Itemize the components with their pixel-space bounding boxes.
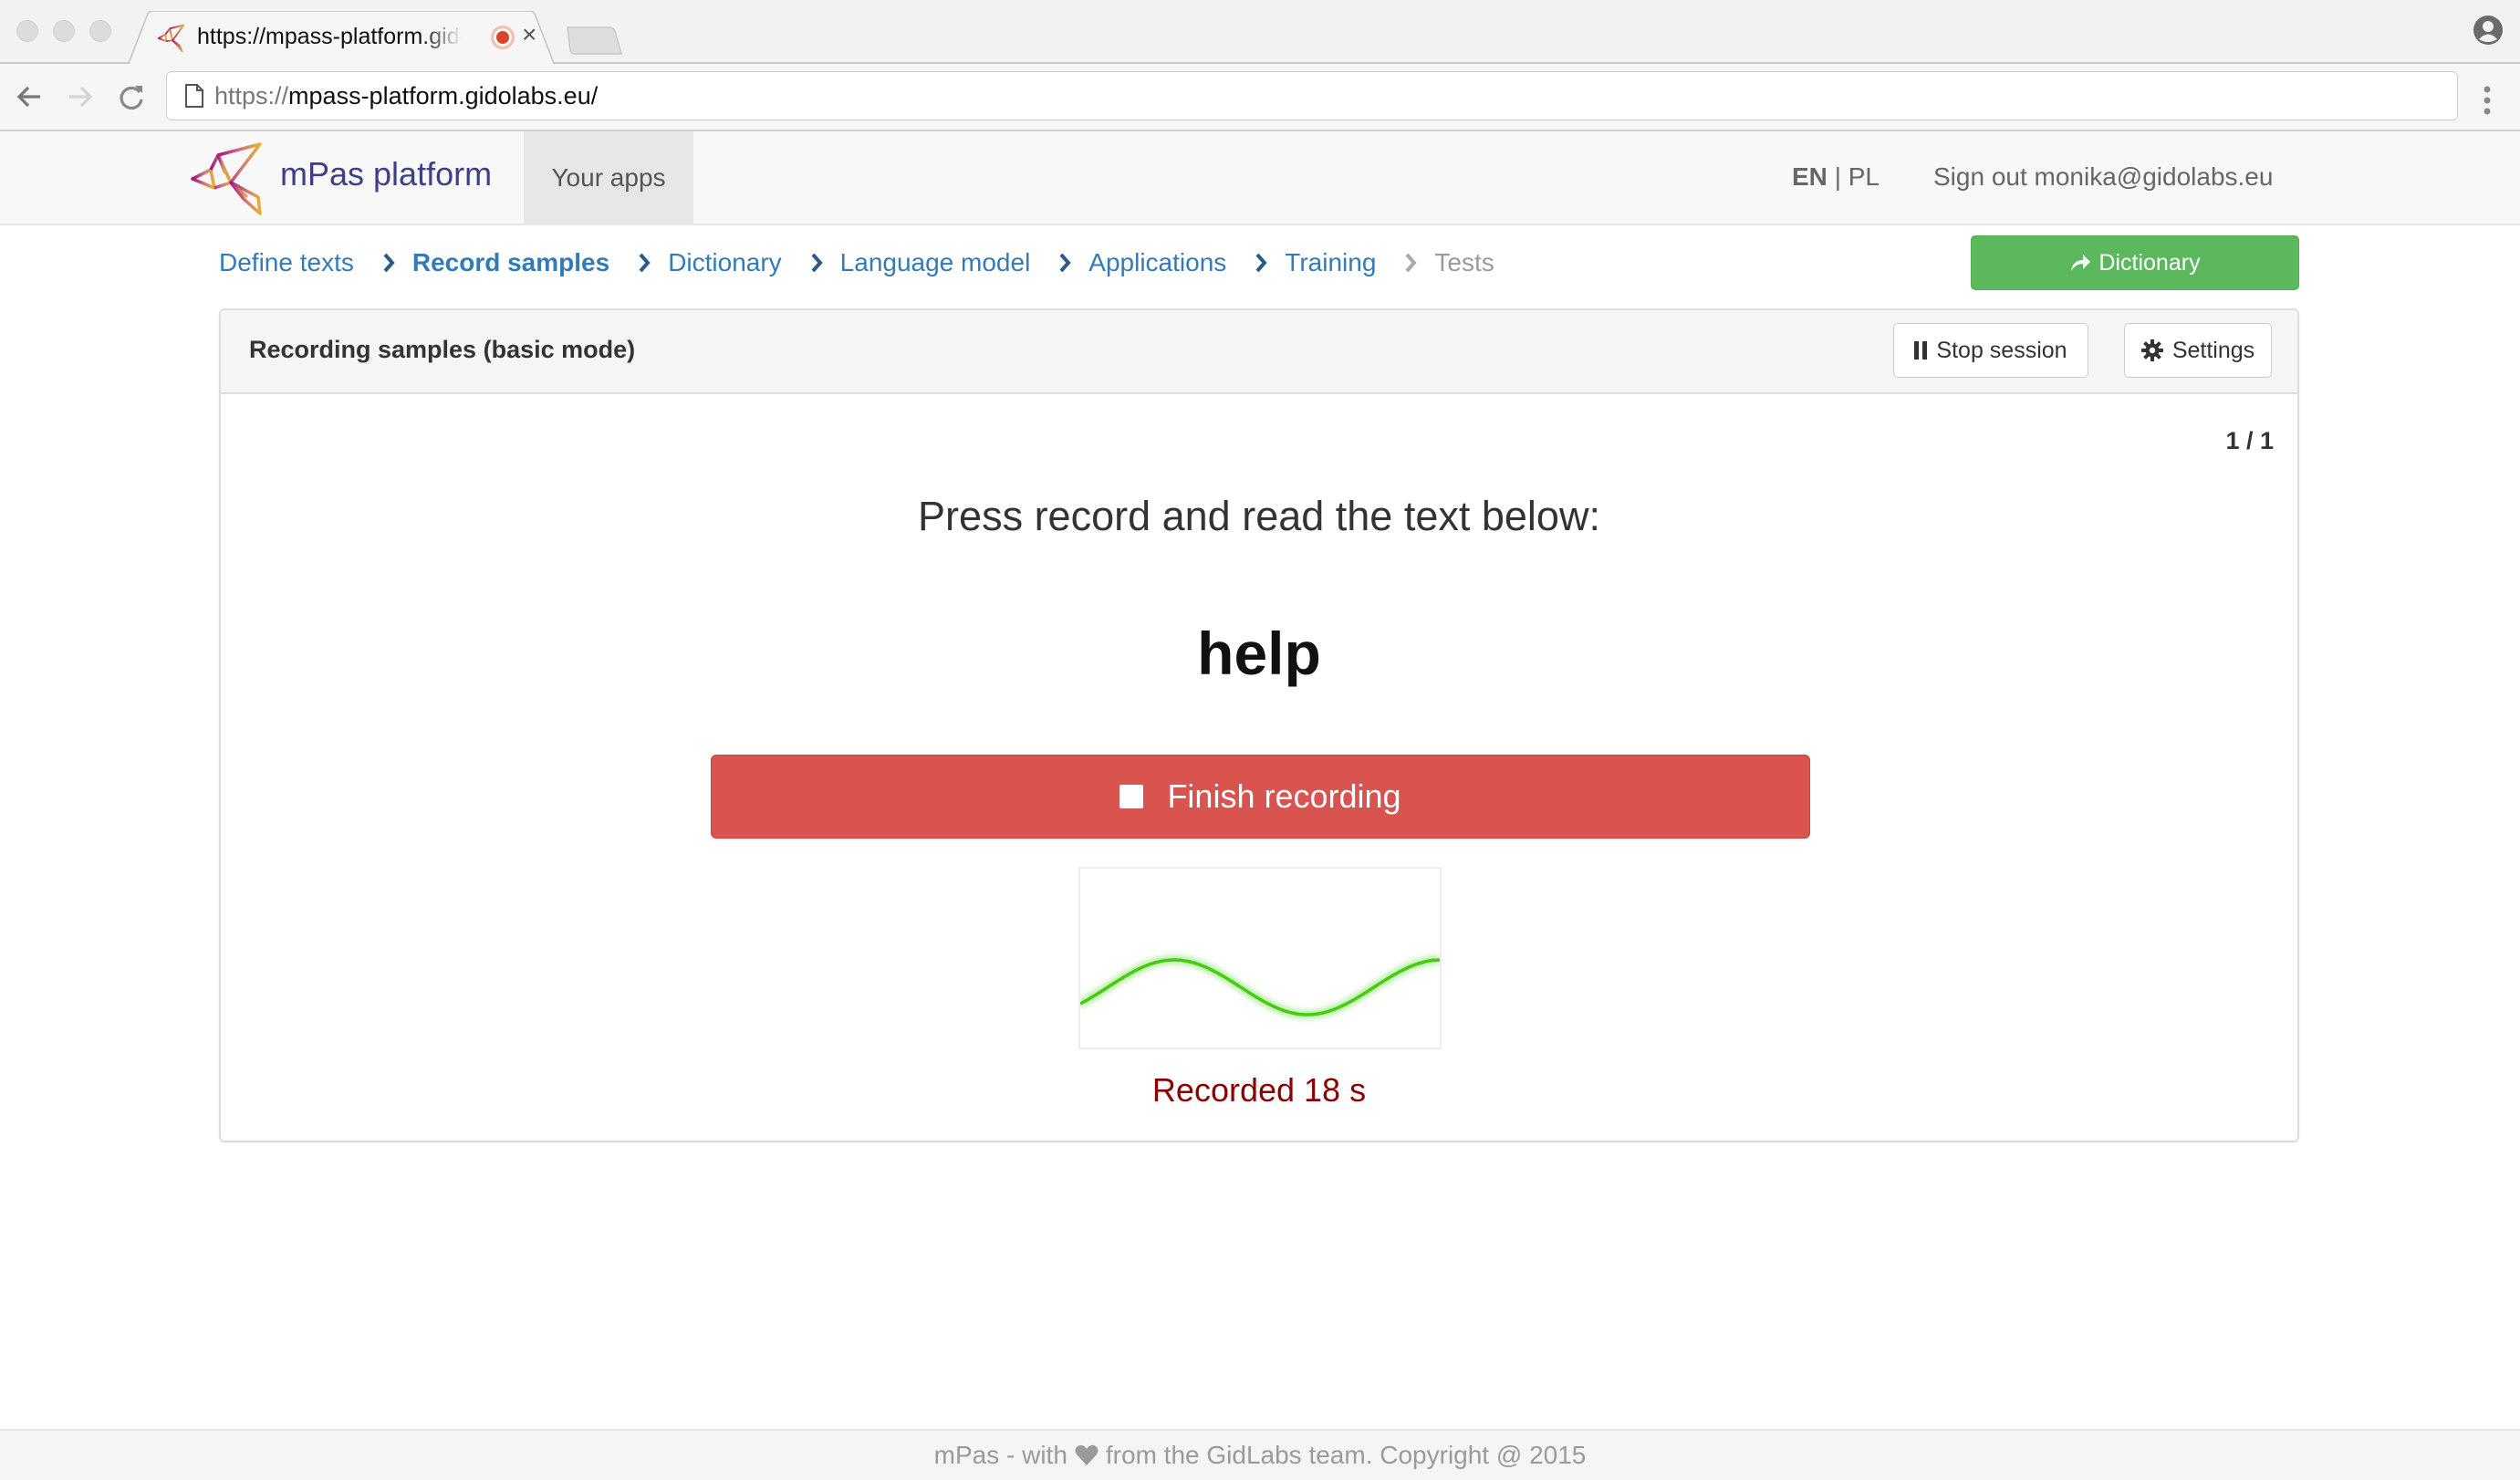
- panel-heading: Recording samples (basic mode) Stop sess…: [221, 310, 2297, 394]
- forward-arrow-icon: [69, 86, 93, 108]
- chevron-right-icon: [383, 253, 395, 273]
- recording-panel: Recording samples (basic mode) Stop sess…: [219, 308, 2299, 1142]
- recording-prompt: Press record and read the text below:: [918, 493, 1600, 539]
- recording-indicator-icon: [491, 26, 515, 49]
- footer-text-start: mPas - with: [933, 1441, 1067, 1469]
- waveform-canvas: [1078, 955, 1441, 1019]
- url-host: mpass-platform.gidolabs.eu/: [288, 82, 599, 109]
- window-minimize-dot[interactable]: [53, 20, 75, 42]
- reload-icon: [120, 86, 143, 110]
- stop-session-button[interactable]: Stop session: [1893, 323, 2088, 378]
- reload-button[interactable]: [113, 78, 150, 115]
- new-tab-button[interactable]: [566, 26, 622, 55]
- text-to-read: help: [1197, 620, 1321, 687]
- step-applications[interactable]: Applications: [1088, 248, 1226, 277]
- mpas-favicon-icon: [157, 24, 185, 53]
- back-arrow-icon: [16, 86, 40, 108]
- browser-tab[interactable]: https://mpass-platform.gidolabs.eu/ ×: [128, 11, 557, 66]
- share-arrow-icon: [2071, 255, 2091, 271]
- lang-separator: |: [1834, 162, 1841, 191]
- finish-recording-label: Finish recording: [1167, 777, 1401, 815]
- mpas-logo-icon[interactable]: [189, 141, 264, 217]
- settings-label: Settings: [2171, 337, 2255, 363]
- page-footer: mPas - with from the GidLabs team. Copyr…: [0, 1429, 2520, 1480]
- chevron-right-icon: [811, 253, 823, 273]
- url-text[interactable]: https://mpass-platform.gidolabs.eu/: [214, 82, 598, 110]
- browser-menu-icon[interactable]: [2480, 82, 2494, 119]
- nav-your-apps[interactable]: Your apps: [524, 131, 693, 224]
- address-bar[interactable]: https://mpass-platform.gidolabs.eu/: [166, 71, 2458, 120]
- waveform-glow: [1078, 955, 1441, 1019]
- footer-text-end: from the GidLabs team. Copyright @ 2015: [1105, 1441, 1587, 1469]
- browser-toolbar: https://mpass-platform.gidolabs.eu/: [0, 64, 2520, 131]
- url-scheme: https://: [214, 82, 289, 109]
- stop-square-icon: [1119, 785, 1144, 808]
- audio-waveform: [1078, 867, 1442, 1049]
- step-tests: Tests: [1434, 248, 1494, 276]
- gear-icon: [2140, 339, 2163, 361]
- recorded-duration-status: Recorded 18 s: [1151, 1071, 1367, 1109]
- sign-out-link[interactable]: Sign out monika@gidolabs.eu: [1933, 162, 2273, 192]
- window-zoom-dot[interactable]: [89, 20, 111, 42]
- settings-button[interactable]: Settings: [2124, 323, 2272, 378]
- language-switcher: EN | PL: [1792, 162, 1880, 192]
- profile-icon[interactable]: [2473, 15, 2504, 46]
- forward-button[interactable]: [62, 78, 99, 115]
- chevron-right-icon: [639, 253, 651, 273]
- back-button[interactable]: [11, 78, 47, 115]
- browser-tab-strip: https://mpass-platform.gidolabs.eu/ ×: [0, 0, 2520, 66]
- step-training[interactable]: Training: [1285, 248, 1376, 277]
- chevron-right-icon: [1405, 253, 1418, 273]
- next-step-dictionary-button[interactable]: Dictionary: [1971, 235, 2299, 290]
- stop-session-label: Stop session: [1936, 337, 2067, 363]
- chevron-right-icon: [1059, 253, 1071, 273]
- tab-title: https://mpass-platform.gidolabs.eu/: [197, 24, 462, 49]
- panel-title: Recording samples (basic mode): [249, 336, 636, 363]
- window-close-dot[interactable]: [16, 20, 38, 42]
- heart-icon: [1075, 1444, 1099, 1465]
- tab-close-icon[interactable]: ×: [522, 20, 536, 49]
- page-icon: [185, 84, 203, 108]
- chevron-right-icon: [1255, 253, 1267, 273]
- lang-en[interactable]: EN: [1792, 162, 1828, 191]
- lang-pl[interactable]: PL: [1848, 162, 1880, 191]
- brand-name[interactable]: mPas platform: [280, 155, 492, 193]
- wizard-breadcrumb: Define texts Record samples Dictionary L…: [219, 245, 1494, 281]
- app-navbar: mPas platform Your apps EN | PL Sign out…: [0, 131, 2520, 225]
- step-define-texts[interactable]: Define texts: [219, 248, 354, 277]
- finish-recording-button[interactable]: Finish recording: [711, 755, 1810, 839]
- step-dictionary[interactable]: Dictionary: [668, 248, 781, 277]
- sample-counter: 1 / 1: [2225, 427, 2274, 454]
- pause-icon: [1914, 341, 1928, 360]
- step-language-model[interactable]: Language model: [840, 248, 1031, 277]
- step-record-samples[interactable]: Record samples: [412, 248, 609, 277]
- next-step-label: Dictionary: [2098, 249, 2201, 276]
